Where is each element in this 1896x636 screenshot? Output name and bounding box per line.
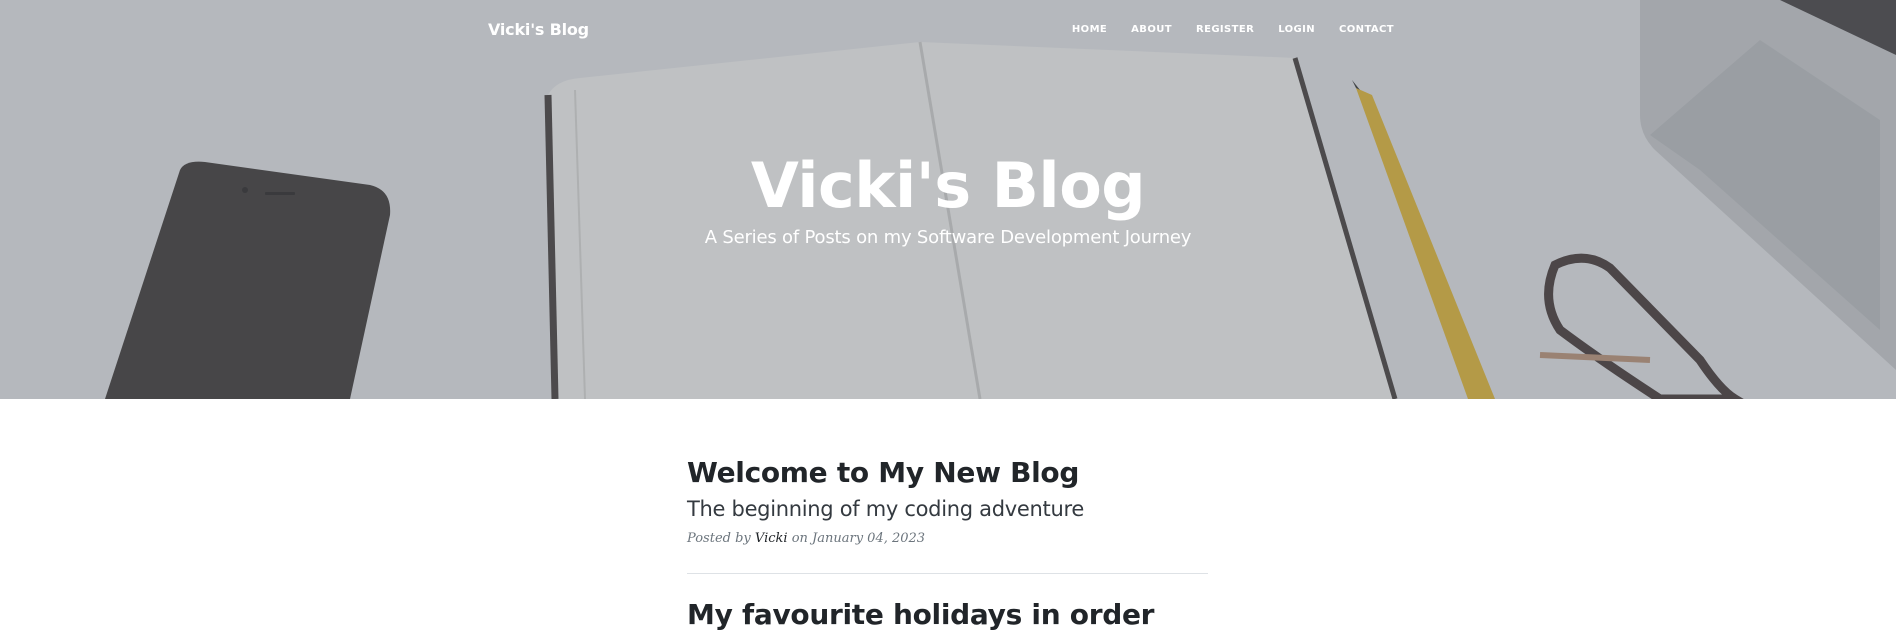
post-title: My favourite holidays in order	[687, 598, 1155, 631]
nav-item-contact: CONTACT	[1327, 24, 1394, 35]
post-meta-on: on	[791, 531, 808, 546]
nav-item-register: REGISTER	[1184, 24, 1266, 35]
post-divider	[687, 573, 1208, 574]
post-date: January 04, 2023	[812, 531, 926, 546]
nav-links: HOME ABOUT REGISTER LOGIN CONTACT	[1060, 24, 1394, 35]
main-navbar: Vicki's Blog HOME ABOUT REGISTER LOGIN C…	[0, 0, 1896, 62]
post-author-link[interactable]: Vicki	[755, 531, 788, 546]
post-link[interactable]: My favourite holidays in order	[687, 594, 1208, 636]
nav-link-about[interactable]: ABOUT	[1119, 24, 1184, 35]
nav-link-contact[interactable]: CONTACT	[1327, 24, 1394, 35]
nav-link-home[interactable]: HOME	[1060, 24, 1119, 35]
post-subtitle: The beginning of my coding adventure	[687, 497, 1084, 521]
hero-header: Vicki's Blog HOME ABOUT REGISTER LOGIN C…	[0, 0, 1896, 399]
post-link[interactable]: Welcome to My New Blog The beginning of …	[687, 452, 1208, 524]
post-title: Welcome to My New Blog	[687, 456, 1080, 489]
post-preview: My favourite holidays in order	[687, 594, 1208, 636]
site-subheading: A Series of Posts on my Software Develop…	[704, 227, 1192, 248]
nav-item-about: ABOUT	[1119, 24, 1184, 35]
nav-link-login[interactable]: LOGIN	[1266, 24, 1327, 35]
site-title: Vicki's Blog	[750, 149, 1146, 222]
post-list: Welcome to My New Blog The beginning of …	[687, 452, 1208, 636]
navbar-brand[interactable]: Vicki's Blog	[488, 20, 589, 39]
nav-item-login: LOGIN	[1266, 24, 1327, 35]
site-heading: Vicki's Blog A Series of Posts on my Sof…	[0, 148, 1896, 251]
post-preview: Welcome to My New Blog The beginning of …	[687, 452, 1208, 549]
nav-item-home: HOME	[1060, 24, 1119, 35]
nav-link-register[interactable]: REGISTER	[1184, 24, 1266, 35]
post-meta-prefix: Posted by	[687, 531, 751, 546]
post-meta: Posted by Vicki on January 04, 2023	[687, 529, 1208, 549]
